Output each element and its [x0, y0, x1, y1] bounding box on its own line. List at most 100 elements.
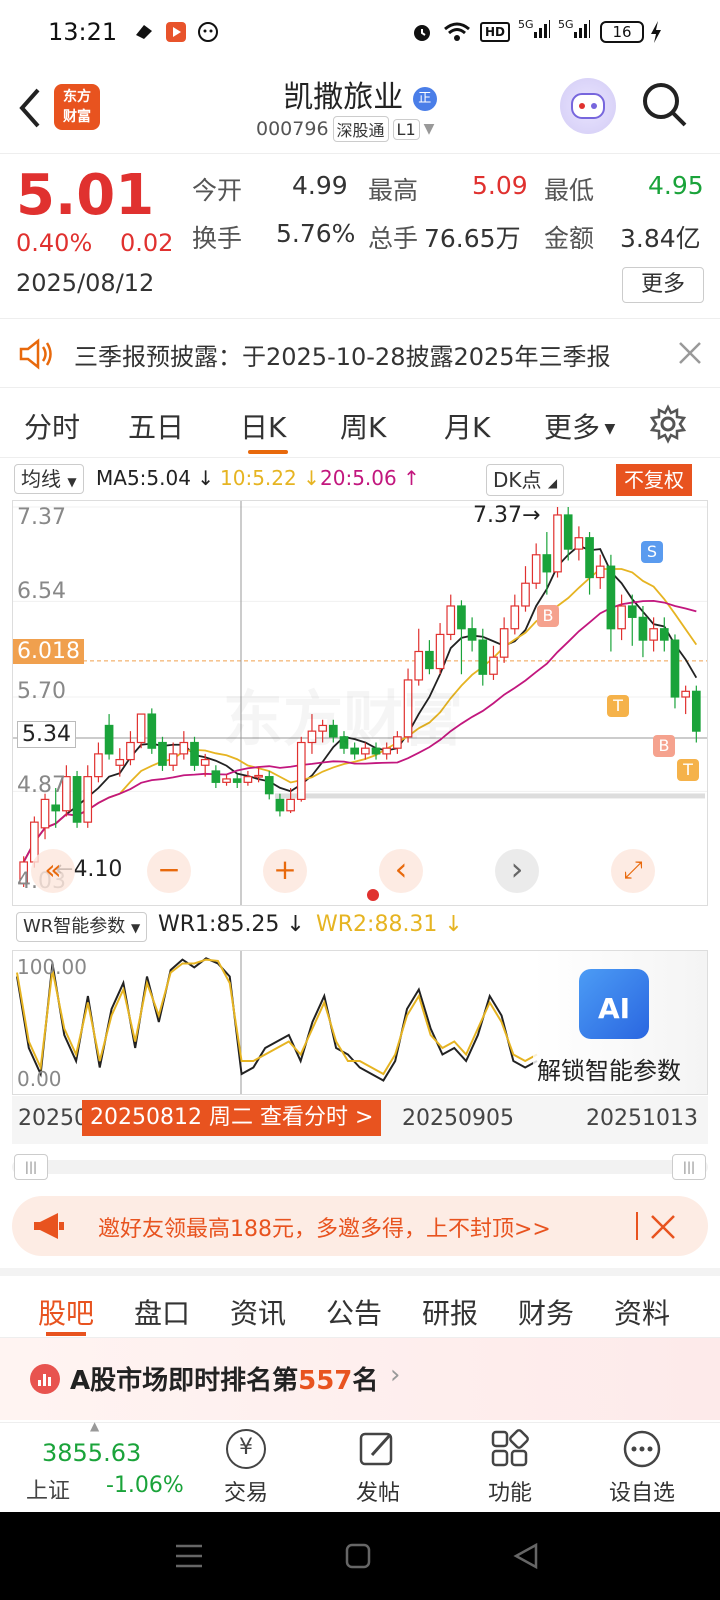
tab-daily-k[interactable]: 日K: [240, 406, 286, 446]
nav-trade[interactable]: ¥ 交易: [196, 1423, 296, 1513]
candle-body: [478, 639, 488, 675]
ai-unlock-panel[interactable]: AI 解锁智能参数: [533, 951, 707, 1094]
date-label-2: 20250905: [402, 1106, 514, 1131]
promo-banner[interactable]: 邀好友领最高188元，多邀多得，上不封顶>>: [12, 1196, 708, 1256]
search-icon[interactable]: [640, 80, 690, 130]
tab-profile[interactable]: 资料: [614, 1292, 670, 1332]
view-intraday-button[interactable]: 20250812 周二 查看分时 >: [82, 1100, 382, 1136]
cost-band: [275, 793, 705, 799]
ma5-value: MA5:5.04 ↓: [96, 466, 215, 490]
tab-weekly-k[interactable]: 周K: [340, 406, 386, 446]
tab-pankou[interactable]: 盘口: [134, 1292, 190, 1332]
more-button[interactable]: 更多: [622, 267, 704, 303]
promo-divider: [636, 1212, 638, 1240]
megaphone-icon: [32, 1210, 66, 1242]
candle-body: [222, 778, 231, 783]
watermark: 东方财富: [223, 671, 463, 758]
tab-finance[interactable]: 财务: [518, 1292, 574, 1332]
signal-5g-icon-1: 5G: [518, 18, 550, 46]
tab-intraday[interactable]: 分时: [24, 406, 80, 446]
ref-price-label: 6.018: [13, 639, 84, 664]
t-marker-2[interactable]: T: [677, 759, 699, 781]
sell-marker[interactable]: S: [641, 541, 663, 563]
tab-announcement[interactable]: 公告: [326, 1292, 382, 1332]
tab-research[interactable]: 研报: [422, 1292, 478, 1332]
promo-text: 邀好友领最高188元，多邀多得，上不封顶>>: [98, 1217, 551, 1242]
kline-chart[interactable]: 东方财富 7.37 6.54 6.018 5.70 5.34 4.87 4.03…: [12, 500, 708, 906]
low-label: 最低: [544, 176, 595, 205]
nav-function[interactable]: 功能: [460, 1423, 560, 1513]
home-icon[interactable]: [344, 1542, 372, 1570]
y-label-1: 7.37: [17, 505, 66, 530]
tab-news[interactable]: 资讯: [230, 1292, 286, 1332]
candle-body: [126, 741, 135, 761]
low-value: 4.95: [648, 171, 704, 200]
face-app-icon: [196, 18, 220, 46]
candle-body: [499, 628, 509, 658]
candle-body: [585, 537, 594, 579]
y-label-2: 6.54: [17, 579, 66, 604]
close-icon[interactable]: [648, 1210, 678, 1242]
candle-body: [168, 753, 178, 766]
candle-body: [531, 554, 541, 584]
tab-guba[interactable]: 股吧: [38, 1292, 94, 1332]
wr-chart[interactable]: 100.00 0.00 AI 解锁智能参数: [12, 950, 708, 1095]
buy-marker-2[interactable]: B: [653, 735, 675, 757]
nav-post[interactable]: 发帖: [328, 1423, 428, 1513]
t-marker-1[interactable]: T: [607, 695, 629, 717]
market-rank-banner[interactable]: A股市场即时排名第557名 ›: [0, 1338, 720, 1420]
expand-icon[interactable]: ⤢: [611, 849, 655, 893]
grid-icon: [490, 1429, 530, 1469]
ma-selector[interactable]: 均线 ▼: [14, 464, 84, 494]
dropdown-icon: ▼: [600, 421, 616, 437]
candle-body: [521, 582, 530, 607]
open-value: 4.99: [292, 171, 348, 200]
scroll-left-handle[interactable]: |||: [14, 1154, 48, 1180]
adjust-button[interactable]: 不复权: [616, 464, 692, 496]
chart-range-scrollbar[interactable]: ||| |||: [12, 1152, 708, 1182]
candle-body: [83, 776, 93, 823]
ai-icon: AI: [579, 969, 649, 1039]
wr-indicator-bar: WR智能参数 ▼ WR1:85.25 ↓ WR2:88.31 ↓: [0, 908, 720, 948]
notice-text: 三季报预披露：于2025-10-28披露2025年三季报: [74, 343, 611, 371]
candle-body: [243, 776, 253, 783]
zoom-out-button[interactable]: −: [147, 849, 191, 893]
dk-selector[interactable]: DK点 ◢: [486, 464, 565, 496]
y-label-4: 4.87: [17, 773, 66, 798]
next-candle-button[interactable]: ›: [495, 849, 539, 893]
candle-body: [681, 690, 690, 698]
high-value: 5.09: [472, 171, 528, 200]
stock-code-row[interactable]: 000796 深股通 L1 ▼: [256, 116, 434, 142]
close-icon[interactable]: [676, 335, 704, 371]
nav-add-watchlist[interactable]: 设自选: [592, 1423, 692, 1513]
volume-value: 76.65万: [424, 224, 521, 253]
chart-left-fast-button[interactable]: «: [31, 849, 75, 893]
candle-body: [446, 605, 456, 636]
period-tabs: 分时 五日 日K 周K 月K 更多 ▼: [0, 392, 720, 458]
settings-gear-icon[interactable]: [648, 404, 688, 444]
robot-assistant-icon[interactable]: [560, 78, 616, 134]
candle-body: [617, 605, 626, 630]
cursor-price-label: 5.34: [17, 721, 76, 748]
turnover-label: 换手: [192, 224, 243, 253]
volume-label: 总手: [368, 224, 419, 253]
tab-more[interactable]: 更多 ▼: [544, 406, 615, 446]
zoom-in-button[interactable]: +: [263, 849, 307, 893]
tab-five-day[interactable]: 五日: [128, 406, 184, 446]
buy-marker-1[interactable]: B: [537, 605, 559, 627]
index-ticker[interactable]: ▲ 3855.63 上证 -1.06%: [10, 1419, 184, 1513]
candle-body: [467, 628, 477, 641]
prev-candle-button[interactable]: ‹: [379, 849, 423, 893]
scroll-right-handle[interactable]: |||: [672, 1154, 706, 1180]
rank-chart-icon: [30, 1364, 60, 1394]
wr-selector[interactable]: WR智能参数 ▼: [16, 912, 148, 942]
back-nav-icon[interactable]: [512, 1542, 540, 1570]
wr1-line: [16, 957, 538, 1082]
menu-icon[interactable]: [174, 1542, 204, 1570]
tab-monthly-k[interactable]: 月K: [444, 406, 490, 446]
wr-bottom-label: 0.00: [17, 1067, 62, 1091]
candle-body: [606, 565, 616, 630]
notice-bar[interactable]: 三季报预披露：于2025-10-28披露2025年三季报: [0, 318, 720, 388]
index-change: -1.06%: [106, 1473, 184, 1498]
yen-icon: ¥: [226, 1429, 266, 1469]
